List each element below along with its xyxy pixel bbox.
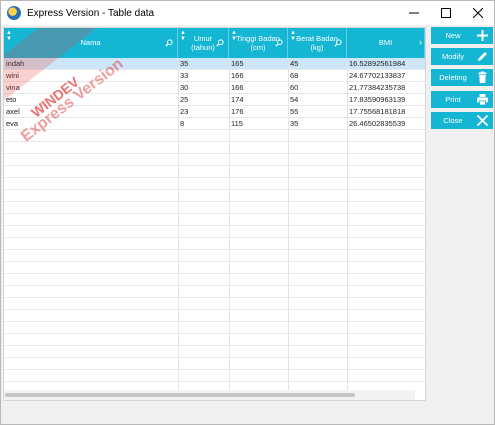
table-cell: 30 <box>180 83 189 92</box>
empty-table-row[interactable] <box>4 154 425 166</box>
table-row[interactable]: indah 35 165 45 16.52892561984 <box>4 58 425 70</box>
table-cell: 24.67702133837 <box>349 71 406 80</box>
table-cell: 35 <box>180 59 189 68</box>
column-divider <box>288 58 289 390</box>
table-cell: 33 <box>180 71 189 80</box>
close-label: Close <box>443 116 463 125</box>
empty-table-row[interactable] <box>4 130 425 142</box>
trash-icon <box>478 71 487 83</box>
empty-table-row[interactable] <box>4 346 425 358</box>
sort-icon[interactable]: ▲ ▼ <box>290 30 296 42</box>
empty-table-row[interactable] <box>4 334 425 346</box>
column-label: Nama <box>80 38 101 48</box>
empty-table-row[interactable] <box>4 286 425 298</box>
empty-table-row[interactable] <box>4 190 425 202</box>
title-bar: Express Version - Table data <box>1 1 494 25</box>
empty-table-row[interactable] <box>4 370 425 382</box>
table-cell: 165 <box>231 59 244 68</box>
search-icon[interactable] <box>275 39 283 47</box>
new-button[interactable]: New <box>431 27 493 44</box>
table-row[interactable]: eva 8 115 35 26.46502835539 <box>4 118 425 130</box>
empty-table-row[interactable] <box>4 358 425 370</box>
empty-table-row[interactable] <box>4 202 425 214</box>
column-label: Berat Badan (kg) <box>296 33 338 52</box>
sort-icon[interactable]: ▲ ▼ <box>6 30 12 42</box>
column-divider <box>347 58 348 390</box>
table-cell: 55 <box>290 107 299 116</box>
table-cell: 60 <box>290 83 299 92</box>
print-label: Print <box>445 95 461 104</box>
empty-table-row[interactable] <box>4 322 425 334</box>
search-icon[interactable] <box>334 39 342 47</box>
empty-table-row[interactable] <box>4 274 425 286</box>
table-cell: 8 <box>180 119 185 128</box>
close-button[interactable]: Close <box>431 112 493 129</box>
table-cell: 25 <box>180 95 189 104</box>
column-header-umur[interactable]: ▲ ▼ Umur (tahun) <box>178 28 229 58</box>
column-divider <box>178 58 179 390</box>
x-icon <box>476 114 489 127</box>
empty-table-row[interactable] <box>4 214 425 226</box>
minimize-button[interactable] <box>398 1 430 25</box>
scrollbar-thumb[interactable] <box>5 393 355 397</box>
empty-table-row[interactable] <box>4 178 425 190</box>
search-icon[interactable] <box>165 39 173 47</box>
scrollbar-corner <box>415 390 425 400</box>
column-header-tinggi-badan[interactable]: ▲ ▼ Tinggi Badan (cm) <box>229 28 288 58</box>
column-label: Umur (tahun) <box>191 33 215 52</box>
table-cell: 45 <box>290 59 299 68</box>
close-window-button[interactable] <box>462 1 494 25</box>
table-cell: 176 <box>231 107 244 116</box>
new-label: New <box>445 31 461 40</box>
app-window: Express Version - Table data ▲ ▼ Nama ▲ ▼ … <box>0 0 495 425</box>
plus-icon <box>477 30 488 41</box>
empty-table-row[interactable] <box>4 226 425 238</box>
table-cell: 35 <box>290 119 299 128</box>
column-divider <box>229 58 230 390</box>
table-cell: 16.52892561984 <box>349 59 406 68</box>
pencil-icon <box>478 52 487 61</box>
table-cell: 115 <box>231 119 243 128</box>
empty-table-row[interactable] <box>4 262 425 274</box>
table-cell: 17.75568181818 <box>349 107 406 116</box>
maximize-button[interactable] <box>430 1 462 25</box>
column-label: Tinggi Badan (cm) <box>236 33 280 52</box>
deleting-label: Deleting <box>439 73 467 82</box>
window-controls <box>398 1 494 25</box>
window-title: Express Version - Table data <box>27 7 155 19</box>
table-cell: 68 <box>290 71 299 80</box>
modify-button[interactable]: Modify <box>431 48 493 65</box>
close-icon <box>473 8 483 18</box>
table-cell: 17.83590963139 <box>349 95 406 104</box>
empty-table-row[interactable] <box>4 166 425 178</box>
column-label: BMI <box>378 38 393 48</box>
table-cell: 54 <box>290 95 299 104</box>
data-table[interactable]: ▲ ▼ Nama ▲ ▼ Umur (tahun) ▲ ▼ Tinggi Badan … <box>3 27 426 401</box>
app-icon <box>7 6 21 20</box>
empty-table-row[interactable] <box>4 250 425 262</box>
empty-table-row[interactable] <box>4 142 425 154</box>
column-header-bmi[interactable]: BMI › <box>347 28 425 58</box>
sort-icon[interactable]: ▲ ▼ <box>231 30 237 42</box>
table-cell: 174 <box>231 95 244 104</box>
table-cell: 166 <box>231 83 244 92</box>
modify-label: Modify <box>441 52 465 61</box>
horizontal-scrollbar[interactable] <box>4 390 425 400</box>
empty-table-row[interactable] <box>4 238 425 250</box>
search-icon[interactable] <box>216 39 224 47</box>
minimize-icon <box>409 12 419 14</box>
chevron-right-icon[interactable]: › <box>419 37 422 48</box>
sort-icon[interactable]: ▲ ▼ <box>180 30 186 42</box>
table-cell: 21.77384235738 <box>349 83 406 92</box>
print-button[interactable]: Print <box>431 91 493 108</box>
table-cell: 26.46502835539 <box>349 119 406 128</box>
printer-icon <box>477 94 488 106</box>
empty-table-row[interactable] <box>4 298 425 310</box>
deleting-button[interactable]: Deleting <box>431 69 493 86</box>
table-cell: 166 <box>231 71 244 80</box>
maximize-icon <box>441 8 451 18</box>
empty-table-row[interactable] <box>4 310 425 322</box>
column-header-berat-badan[interactable]: ▲ ▼ Berat Badan (kg) <box>288 28 347 58</box>
table-cell: 23 <box>180 107 189 116</box>
